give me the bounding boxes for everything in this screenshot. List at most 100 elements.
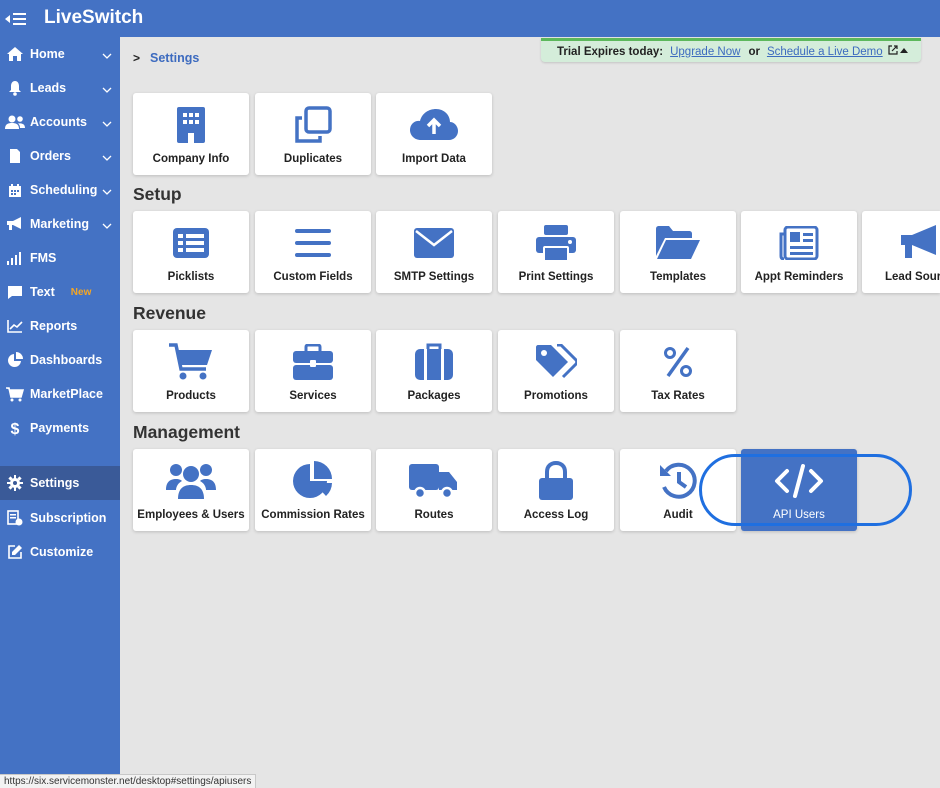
- sidebar-item-scheduling[interactable]: Scheduling: [0, 175, 120, 205]
- card-print-settings[interactable]: Print Settings: [498, 211, 614, 293]
- card-label: Services: [289, 390, 337, 402]
- sidebar: Home Leads Accounts Orders Scheduling Ma…: [0, 37, 120, 788]
- sidebar-item-text[interactable]: Text New: [0, 277, 120, 307]
- card-appt-reminders[interactable]: Appt Reminders: [741, 211, 857, 293]
- sidebar-item-label: FMS: [30, 251, 57, 265]
- breadcrumb-current[interactable]: Settings: [150, 51, 199, 65]
- chevron-down-icon: [102, 48, 112, 62]
- gear-icon: [0, 475, 30, 491]
- sidebar-item-marketing[interactable]: Marketing: [0, 209, 120, 239]
- cloud-upload-icon: [376, 105, 492, 145]
- chevron-down-icon: [102, 82, 112, 96]
- chevron-down-icon: [102, 150, 112, 164]
- document-icon: [0, 148, 30, 164]
- bars-icon: [255, 223, 371, 263]
- card-label: Picklists: [167, 271, 215, 283]
- sidebar-item-label: MarketPlace: [30, 387, 103, 401]
- card-duplicates[interactable]: Duplicates: [255, 93, 371, 175]
- sidebar-item-fms[interactable]: FMS: [0, 243, 120, 273]
- newspaper-icon: [741, 223, 857, 263]
- card-import-data[interactable]: Import Data: [376, 93, 492, 175]
- card-label: Routes: [414, 509, 454, 521]
- card-label: Access Log: [523, 509, 589, 521]
- upgrade-now-link[interactable]: Upgrade Now: [670, 46, 740, 58]
- building-icon: [133, 105, 249, 145]
- pie-chart-icon: [255, 461, 371, 501]
- collapse-banner-icon[interactable]: [899, 45, 909, 57]
- list-table-icon: [133, 223, 249, 263]
- card-routes[interactable]: Routes: [376, 449, 492, 531]
- card-picklists[interactable]: Picklists: [133, 211, 249, 293]
- sidebar-item-home[interactable]: Home: [0, 39, 120, 69]
- sidebar-item-label: Scheduling: [30, 183, 98, 197]
- trial-banner: Trial Expires today: Upgrade Now or Sche…: [541, 38, 921, 62]
- card-templates[interactable]: Templates: [620, 211, 736, 293]
- sidebar-item-accounts[interactable]: Accounts: [0, 107, 120, 137]
- sidebar-item-dashboards[interactable]: Dashboards: [0, 345, 120, 375]
- sidebar-item-label: Accounts: [30, 115, 87, 129]
- sidebar-item-label: Reports: [30, 319, 78, 333]
- card-label: SMTP Settings: [393, 271, 475, 283]
- card-label: Audit: [663, 509, 693, 521]
- card-label: Custom Fields: [273, 271, 353, 283]
- card-products[interactable]: Products: [133, 330, 249, 412]
- card-smtp-settings[interactable]: SMTP Settings: [376, 211, 492, 293]
- sidebar-item-label: Text: [30, 285, 55, 299]
- card-label: Commission Rates: [261, 509, 365, 521]
- card-label: Print Settings: [518, 271, 594, 283]
- card-label: Appt Reminders: [754, 271, 844, 283]
- card-employees-users[interactable]: Employees & Users: [133, 449, 249, 531]
- status-bar-url: https://six.servicemonster.net/desktop#s…: [0, 774, 257, 788]
- megaphone-icon: [0, 217, 30, 231]
- lock-icon: [498, 461, 614, 501]
- calendar-icon: [0, 183, 30, 198]
- sidebar-item-customize[interactable]: Customize: [0, 537, 120, 567]
- duplicate-icon: [255, 105, 371, 145]
- external-link-icon: [888, 45, 898, 58]
- breadcrumb: > Settings: [133, 51, 199, 65]
- sidebar-item-leads[interactable]: Leads: [0, 73, 120, 103]
- card-api-users[interactable]: API Users: [741, 449, 857, 531]
- card-label: Templates: [649, 271, 707, 283]
- chevron-down-icon: [102, 116, 112, 130]
- collapse-menu-icon[interactable]: [3, 9, 27, 29]
- envelope-icon: [376, 223, 492, 263]
- card-custom-fields[interactable]: Custom Fields: [255, 211, 371, 293]
- card-label: Tax Rates: [651, 390, 705, 402]
- card-label: API Users: [773, 509, 825, 521]
- folder-open-icon: [620, 223, 736, 263]
- sidebar-item-label: Orders: [30, 149, 71, 163]
- card-services[interactable]: Services: [255, 330, 371, 412]
- signal-bars-icon: [0, 251, 30, 265]
- card-tax-rates[interactable]: Tax Rates: [620, 330, 736, 412]
- sidebar-item-subscription[interactable]: Subscription: [0, 503, 120, 533]
- sidebar-item-settings[interactable]: Settings: [0, 466, 120, 500]
- users-icon: [0, 115, 30, 129]
- chevron-right-icon: >: [133, 51, 141, 65]
- section-title-management: Management: [133, 422, 240, 442]
- sidebar-item-orders[interactable]: Orders: [0, 141, 120, 171]
- card-label: Promotions: [524, 390, 588, 402]
- schedule-demo-link[interactable]: Schedule a Live Demo: [767, 46, 883, 58]
- sidebar-item-reports[interactable]: Reports: [0, 311, 120, 341]
- sidebar-item-payments[interactable]: $ Payments: [0, 413, 120, 443]
- brand-logo-text[interactable]: LiveSwitch: [44, 7, 143, 29]
- receipt-icon: [0, 510, 30, 526]
- card-audit[interactable]: Audit: [620, 449, 736, 531]
- sidebar-item-label: Dashboards: [30, 353, 103, 367]
- svg-text:$: $: [11, 421, 20, 437]
- card-packages[interactable]: Packages: [376, 330, 492, 412]
- card-commission-rates[interactable]: Commission Rates: [255, 449, 371, 531]
- card-label: Duplicates: [283, 153, 343, 165]
- cart-icon: [0, 386, 30, 402]
- card-access-log[interactable]: Access Log: [498, 449, 614, 531]
- home-icon: [0, 46, 30, 62]
- line-chart-icon: [0, 319, 30, 333]
- card-company-info[interactable]: Company Info: [133, 93, 249, 175]
- card-lead-source[interactable]: Lead Source: [862, 211, 940, 293]
- shopping-cart-icon: [133, 342, 249, 382]
- card-promotions[interactable]: Promotions: [498, 330, 614, 412]
- sidebar-item-marketplace[interactable]: MarketPlace: [0, 379, 120, 409]
- sidebar-item-label: Settings: [30, 476, 80, 490]
- sidebar-item-label: Subscription: [30, 511, 107, 525]
